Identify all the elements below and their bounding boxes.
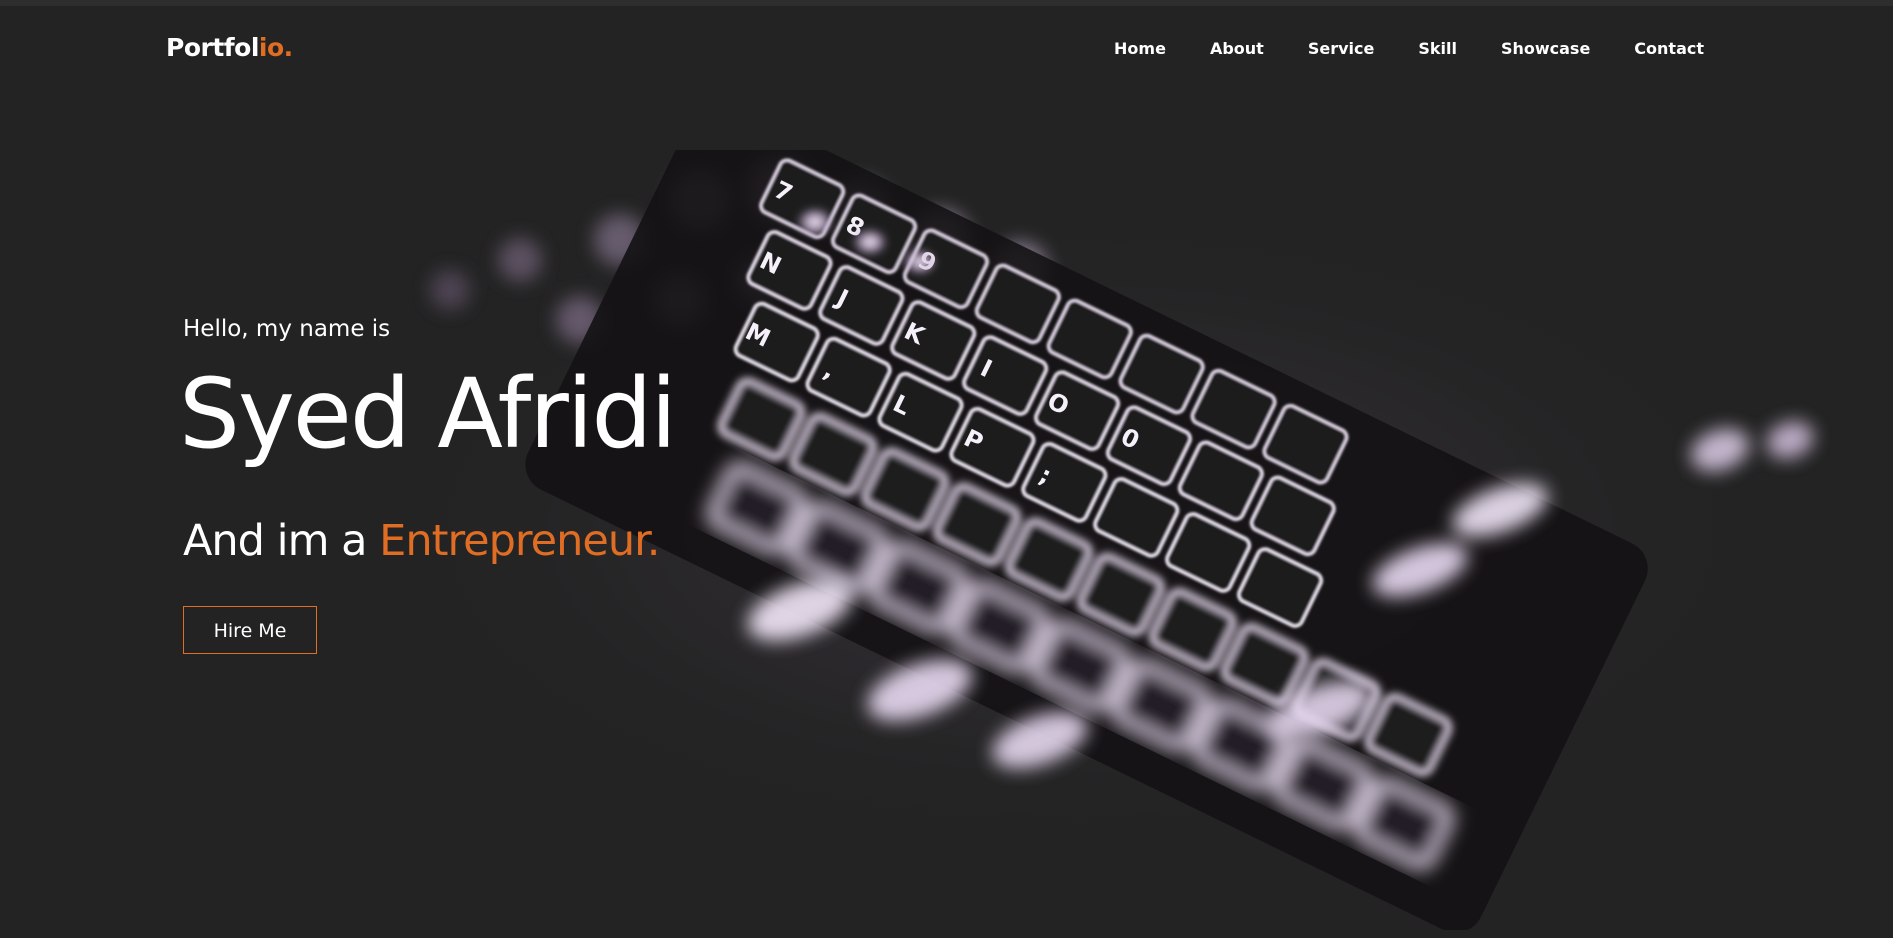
nav-showcase[interactable]: Showcase: [1501, 39, 1590, 58]
page: Portfolio. Home About Service Skill Show…: [0, 0, 1893, 938]
nav-service[interactable]: Service: [1308, 39, 1375, 58]
hire-me-button[interactable]: Hire Me: [183, 606, 317, 654]
main-nav: Home About Service Skill Showcase Contac…: [1070, 39, 1704, 58]
hero-role: And im a Entrepreneur.: [183, 516, 660, 566]
logo[interactable]: Portfolio.: [166, 33, 293, 62]
nav-home[interactable]: Home: [1114, 39, 1166, 58]
hero-name: Syed Afridi: [179, 358, 677, 470]
logo-accent-text: io.: [258, 33, 293, 62]
hero-role-highlight: Entrepreneur.: [379, 516, 660, 566]
navbar: Portfolio. Home About Service Skill Show…: [0, 6, 1893, 90]
hero-role-prefix: And im a: [183, 516, 380, 566]
nav-skill[interactable]: Skill: [1418, 39, 1457, 58]
nav-contact[interactable]: Contact: [1634, 39, 1704, 58]
logo-main-text: Portfol: [166, 33, 259, 62]
hero-greeting: Hello, my name is: [183, 316, 391, 342]
nav-about[interactable]: About: [1210, 39, 1264, 58]
